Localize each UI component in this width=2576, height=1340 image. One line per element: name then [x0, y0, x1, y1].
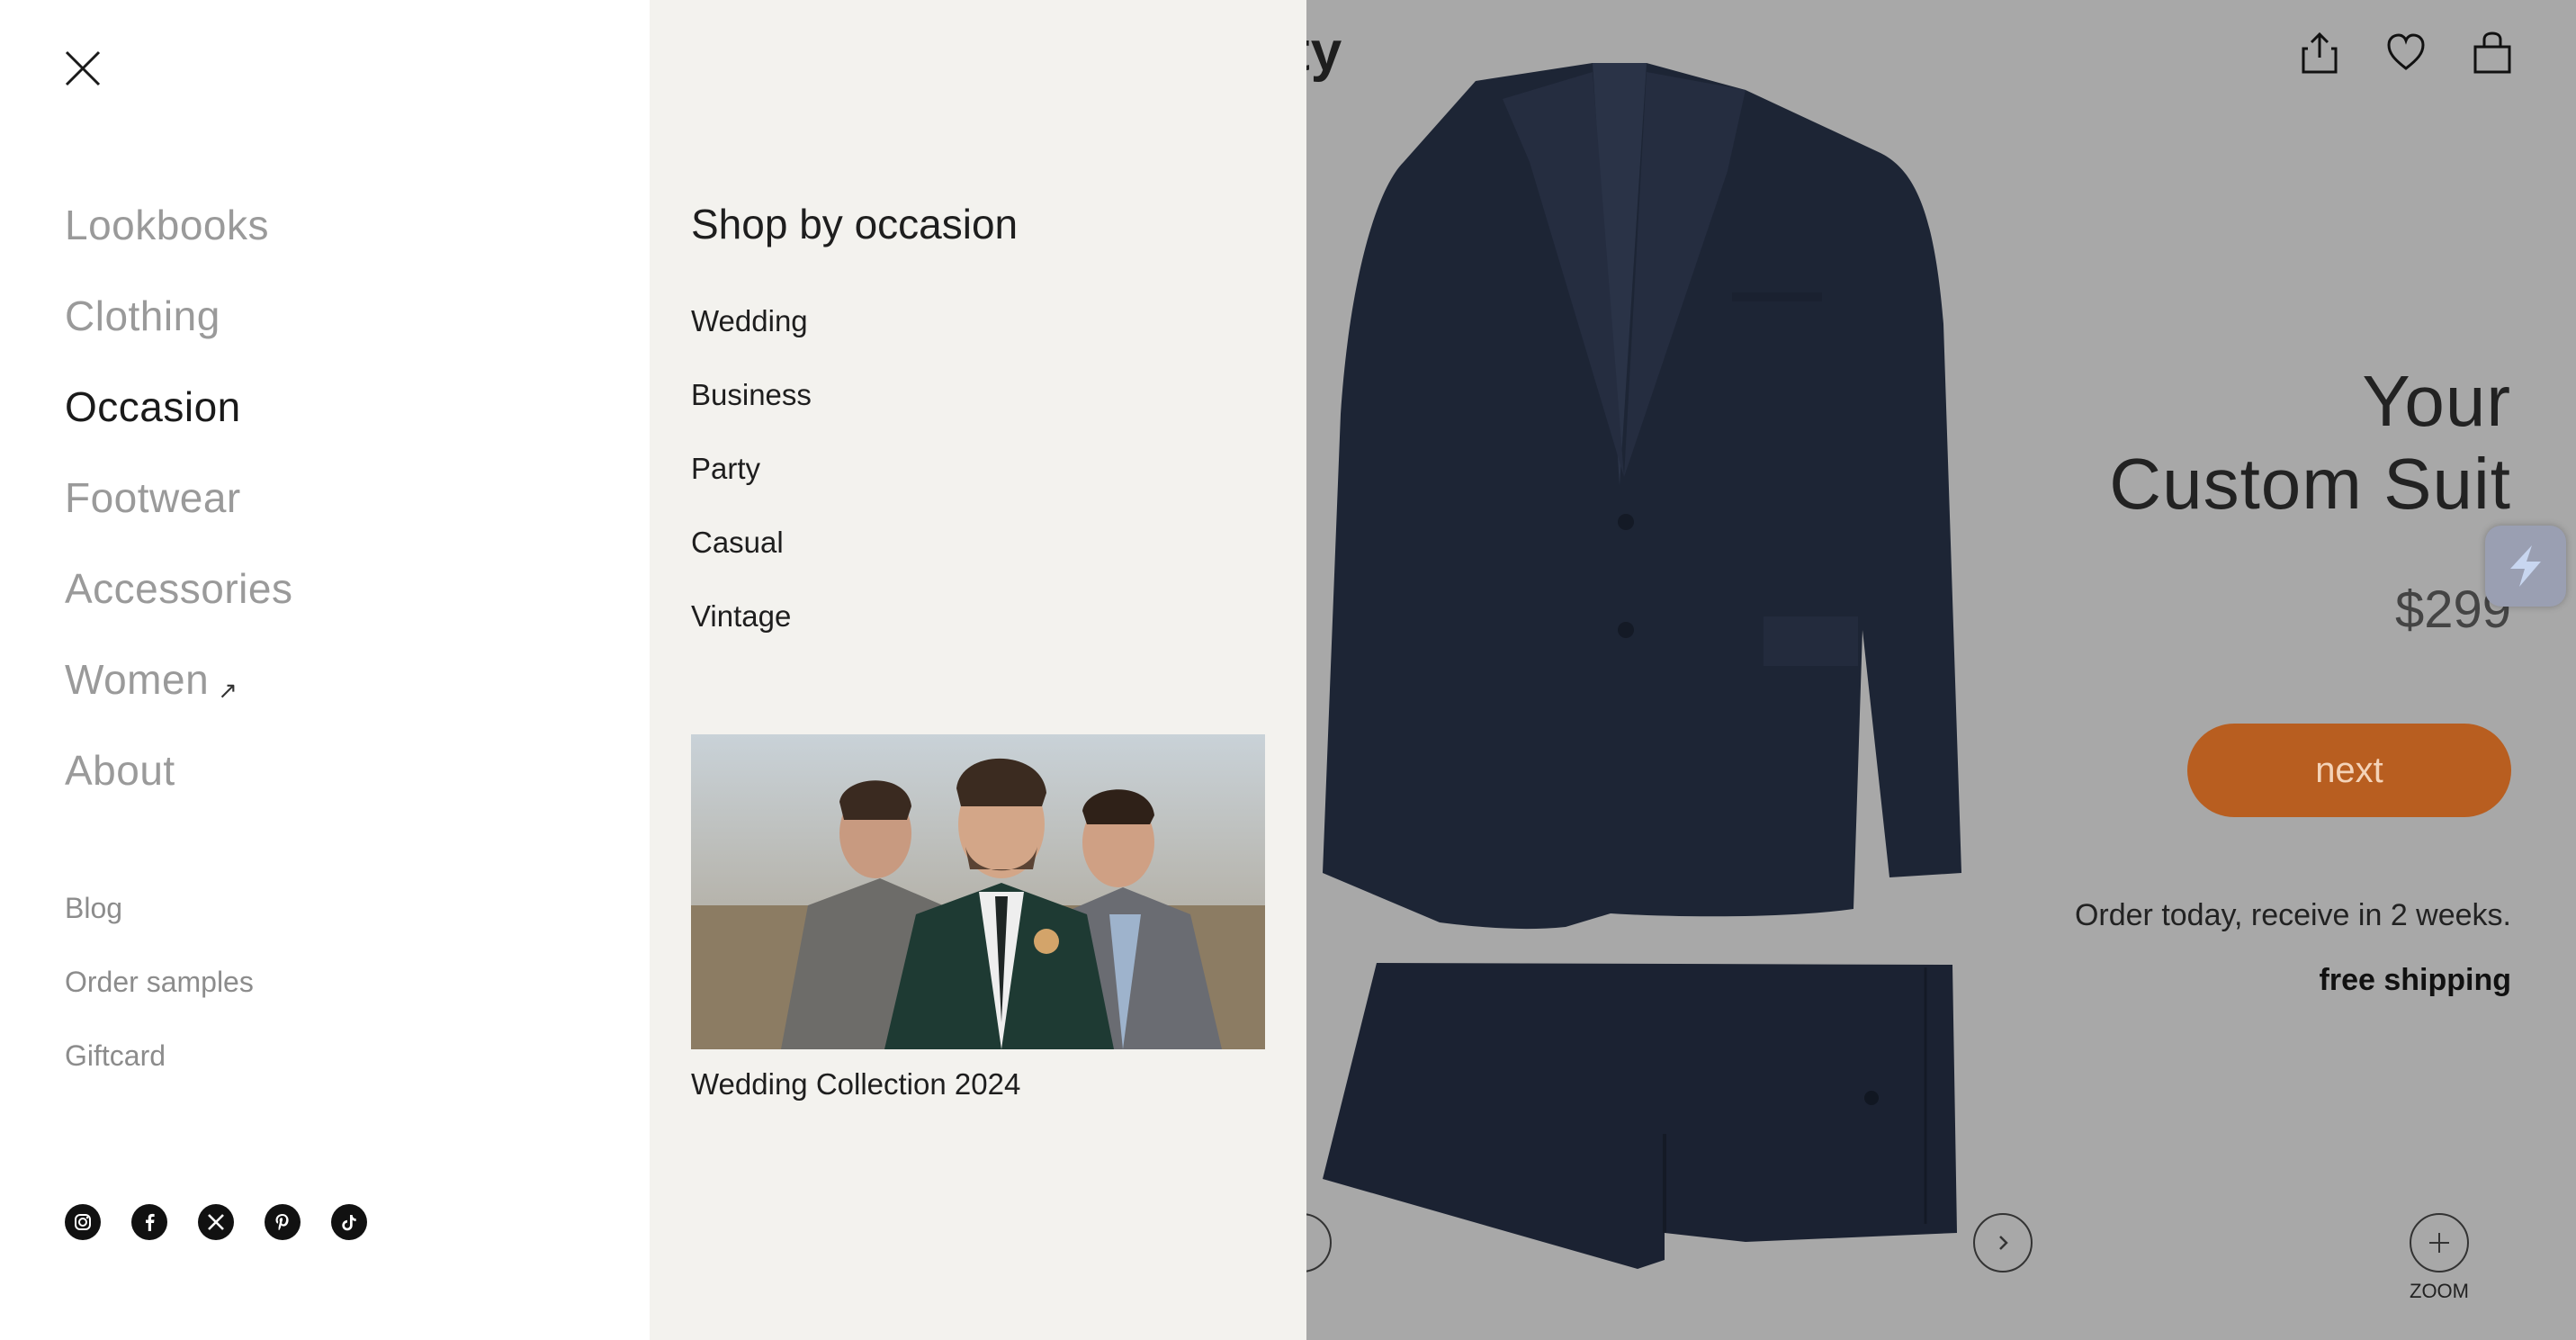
occasion-item-wedding[interactable]: Wedding [691, 301, 812, 374]
product-title-line2: Custom Suit [2109, 444, 2511, 524]
nav-item-label: Lookbooks [65, 202, 269, 248]
nav-item-giftcard[interactable]: Giftcard [65, 1033, 254, 1107]
occasion-submenu: Shop by occasion Wedding Business Party … [650, 0, 1306, 1340]
nav-item-order-samples[interactable]: Order samples [65, 959, 254, 1033]
zoom-circle [2410, 1213, 2469, 1273]
chevron-right-icon [1999, 1236, 2008, 1250]
instagram-icon[interactable] [65, 1204, 101, 1240]
social-links [65, 1204, 367, 1240]
nav-item-women[interactable]: Women ↗ [65, 654, 292, 745]
share-icon[interactable] [2299, 31, 2340, 76]
nav-item-footwear[interactable]: Footwear [65, 472, 292, 563]
close-icon[interactable] [61, 47, 104, 90]
occasion-item-casual[interactable]: Casual [691, 522, 812, 596]
nav-item-label: Footwear [65, 474, 241, 521]
lightning-icon [2510, 545, 2541, 587]
nav-item-lookbooks[interactable]: Lookbooks [65, 200, 292, 291]
nav-item-occasion[interactable]: Occasion [65, 382, 292, 472]
submenu-title: Shop by occasion [691, 201, 1019, 247]
nav-item-accessories[interactable]: Accessories [65, 563, 292, 654]
pinterest-icon[interactable] [265, 1204, 301, 1240]
product-title: Your Custom Suit [2109, 360, 2511, 526]
grooms-photo [691, 734, 1265, 1049]
suit-product-image [1323, 63, 1961, 1269]
assistant-widget[interactable] [2485, 526, 2566, 607]
occasion-item-business[interactable]: Business [691, 374, 812, 448]
nav-item-label: Accessories [65, 565, 293, 612]
product-title-line1: Your [2362, 361, 2511, 441]
product-hero: Your Custom Suit $299 [2109, 360, 2511, 640]
nav-item-label: Women [65, 656, 210, 703]
zoom-label: ZOOM [2410, 1280, 2469, 1302]
shipping-info: free shipping [2319, 963, 2511, 997]
header-actions [2299, 31, 2513, 76]
tiktok-icon[interactable] [331, 1204, 367, 1240]
facebook-icon[interactable] [131, 1204, 167, 1240]
product-price: $299 [2394, 580, 2511, 639]
nav-item-blog[interactable]: Blog [65, 886, 254, 959]
occasion-item-vintage[interactable]: Vintage [691, 596, 812, 670]
delivery-info: Order today, receive in 2 weeks. [2074, 898, 2511, 932]
nav-item-label: About [65, 747, 175, 794]
main-menu: Lookbooks Clothing Occasion Footwear Acc… [0, 0, 650, 1340]
nav-item-label: Clothing [65, 292, 220, 339]
slider-next-button[interactable] [1973, 1213, 2033, 1273]
occasion-list: Wedding Business Party Casual Vintage [691, 301, 812, 670]
heart-icon[interactable] [2385, 31, 2427, 76]
zoom-button[interactable]: ZOOM [2408, 1213, 2471, 1303]
external-link-icon: ↗ [218, 677, 238, 704]
next-button[interactable]: next [2187, 724, 2511, 817]
nav-item-clothing[interactable]: Clothing [65, 291, 292, 382]
wedding-collection-image[interactable] [691, 734, 1265, 1049]
x-icon[interactable] [198, 1204, 234, 1240]
main-nav: Lookbooks Clothing Occasion Footwear Acc… [65, 200, 292, 836]
plus-icon [2429, 1233, 2449, 1253]
promo-caption[interactable]: Wedding Collection 2024 [691, 1067, 1020, 1102]
occasion-item-party[interactable]: Party [691, 448, 812, 522]
secondary-nav: Blog Order samples Giftcard [65, 886, 254, 1107]
nav-item-about[interactable]: About [65, 745, 292, 836]
bag-icon[interactable] [2472, 31, 2513, 76]
nav-item-label: Occasion [65, 383, 241, 430]
